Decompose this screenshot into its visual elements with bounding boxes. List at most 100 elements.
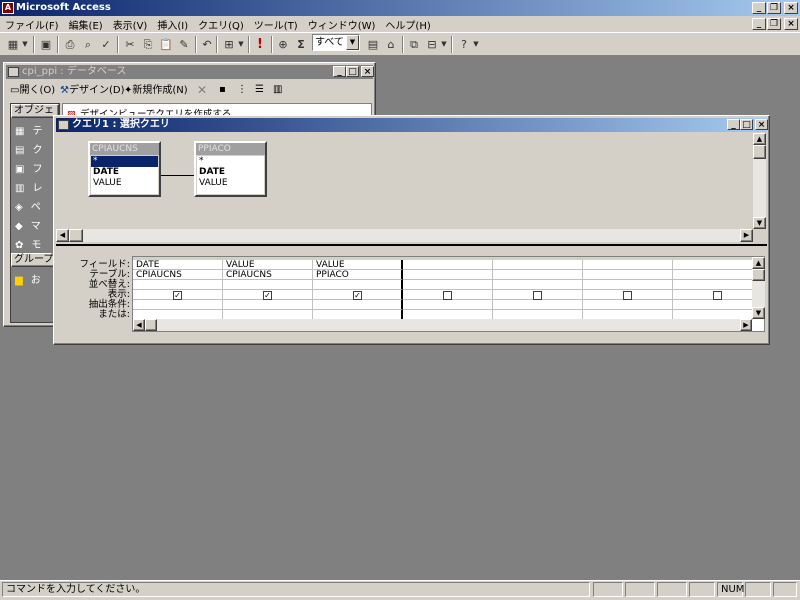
chevron-down-icon[interactable]: ▼ — [346, 35, 359, 50]
menu-query[interactable]: クエリ(Q) — [193, 17, 249, 32]
group-favorites[interactable]: ▆ お — [11, 267, 59, 286]
format-painter-icon[interactable]: ✎ — [175, 36, 193, 53]
doc-close-button[interactable]: × — [784, 18, 798, 30]
menu-help[interactable]: ヘルプ(H) — [380, 17, 435, 32]
new-object-dropdown-icon[interactable]: ▼ — [439, 36, 449, 53]
print-preview-icon[interactable]: ⌕ — [79, 36, 97, 53]
object-tables[interactable]: ▦ テ — [11, 118, 59, 137]
show-checkbox[interactable] — [713, 291, 722, 300]
show-checkbox[interactable] — [623, 291, 632, 300]
menu-insert[interactable]: 挿入(I) — [152, 17, 193, 32]
sort-cell[interactable] — [313, 280, 403, 290]
criteria-cell[interactable] — [673, 300, 753, 310]
table-pane-hscrollbar[interactable]: ◀ ▶ — [56, 229, 753, 242]
run-icon[interactable]: ! — [251, 36, 269, 53]
view-dropdown-icon[interactable]: ▼ — [20, 36, 30, 53]
table-pane-vscrollbar[interactable]: ▲ ▼ — [753, 133, 766, 229]
show-checkbox[interactable]: ✓ — [353, 291, 362, 300]
db-minimize-button[interactable]: _ — [333, 66, 346, 77]
table-box-cpiaucns[interactable]: CPIAUCNS * DATE VALUE — [88, 141, 161, 197]
grid-hscrollbar[interactable]: ◀ ▶ — [133, 319, 752, 331]
object-queries[interactable]: ▤ ク — [11, 137, 59, 156]
object-modules[interactable]: ✿ モ — [11, 232, 59, 251]
details-view-icon[interactable]: ▥ — [273, 84, 282, 95]
pane-splitter[interactable] — [56, 244, 767, 248]
doc-minimize-button[interactable]: _ — [752, 18, 766, 30]
menu-edit[interactable]: 編集(E) — [64, 17, 108, 32]
app-close-button[interactable]: × — [784, 2, 798, 14]
db-maximize-button[interactable]: □ — [346, 66, 359, 77]
criteria-cell[interactable] — [493, 300, 583, 310]
query-minimize-button[interactable]: _ — [727, 119, 740, 130]
criteria-cell[interactable] — [403, 300, 493, 310]
field-cell[interactable] — [403, 260, 493, 270]
field-cell[interactable] — [583, 260, 673, 270]
criteria-cell[interactable] — [133, 300, 223, 310]
save-icon[interactable]: ▣ — [37, 36, 55, 53]
table-cell[interactable]: PPIACO — [313, 270, 403, 280]
table-cell[interactable] — [583, 270, 673, 280]
db-delete-icon[interactable]: ✕ — [197, 83, 207, 97]
top-values-combo[interactable]: すべて ▼ — [312, 34, 360, 51]
table-cell[interactable] — [673, 270, 753, 280]
doc-restore-button[interactable]: ❐ — [767, 18, 781, 30]
sort-cell[interactable] — [133, 280, 223, 290]
sort-cell[interactable] — [673, 280, 753, 290]
paste-icon[interactable]: 📋 — [157, 36, 175, 53]
small-icons-icon[interactable]: ⋮ — [237, 84, 247, 95]
app-restore-button[interactable]: ❐ — [767, 2, 781, 14]
sort-cell[interactable] — [493, 280, 583, 290]
show-checkbox[interactable]: ✓ — [263, 291, 272, 300]
show-checkbox[interactable]: ✓ — [173, 291, 182, 300]
object-forms[interactable]: ▣ フ — [11, 156, 59, 175]
field-list-item[interactable]: VALUE — [197, 178, 264, 189]
db-close-button[interactable]: × — [361, 66, 374, 77]
show-checkbox[interactable] — [533, 291, 542, 300]
app-minimize-button[interactable]: _ — [752, 2, 766, 14]
db-new-button[interactable]: ✦新規作成(N) — [124, 83, 188, 99]
menu-window[interactable]: ウィンドウ(W) — [303, 17, 381, 32]
sort-cell[interactable] — [403, 280, 493, 290]
cut-icon[interactable]: ✂ — [121, 36, 139, 53]
spelling-icon[interactable]: ✓ — [97, 36, 115, 53]
menu-view[interactable]: 表示(V) — [108, 17, 153, 32]
field-list-item[interactable]: * — [91, 156, 158, 167]
totals-icon[interactable]: Σ — [292, 36, 310, 53]
db-design-button[interactable]: ⚒デザイン(D) — [60, 83, 124, 99]
field-list-item[interactable]: VALUE — [91, 178, 158, 189]
field-cell[interactable]: VALUE — [313, 260, 403, 270]
print-icon[interactable]: ⎙ — [61, 36, 79, 53]
field-list-item[interactable]: DATE — [197, 167, 264, 178]
db-open-button[interactable]: ▭開く(O) — [10, 83, 55, 99]
list-view-icon[interactable]: ☰ — [255, 84, 264, 95]
large-icons-icon[interactable]: ▪ — [219, 84, 226, 95]
field-list-item[interactable]: * — [197, 156, 264, 167]
criteria-cell[interactable] — [313, 300, 403, 310]
field-cell[interactable] — [493, 260, 583, 270]
table-cell[interactable] — [403, 270, 493, 280]
field-cell[interactable]: DATE — [133, 260, 223, 270]
query-type-dropdown-icon[interactable]: ▼ — [236, 36, 246, 53]
criteria-cell[interactable] — [223, 300, 313, 310]
menu-file[interactable]: ファイル(F) — [0, 17, 64, 32]
sort-cell[interactable] — [223, 280, 313, 290]
field-cell[interactable]: VALUE — [223, 260, 313, 270]
criteria-cell[interactable] — [583, 300, 673, 310]
table-box-ppiaco[interactable]: PPIACO * DATE VALUE — [194, 141, 267, 197]
table-cell[interactable] — [493, 270, 583, 280]
grid-vscrollbar[interactable]: ▲ ▼ — [752, 257, 765, 319]
properties-icon[interactable]: ▤ — [364, 36, 382, 53]
sort-cell[interactable] — [583, 280, 673, 290]
query-close-button[interactable]: × — [755, 119, 768, 130]
build-icon[interactable]: ⌂ — [382, 36, 400, 53]
undo-icon[interactable]: ↶ — [198, 36, 216, 53]
groups-header[interactable]: グループ — [11, 253, 59, 267]
field-list-item[interactable]: DATE — [91, 167, 158, 178]
field-cell[interactable] — [673, 260, 753, 270]
table-cell[interactable]: CPIAUCNS — [223, 270, 313, 280]
objects-header[interactable]: オブジェ — [11, 104, 59, 118]
object-macros[interactable]: ◆ マ — [11, 213, 59, 232]
copy-icon[interactable]: ⎘ — [139, 36, 157, 53]
table-cell[interactable]: CPIAUCNS — [133, 270, 223, 280]
menu-tools[interactable]: ツール(T) — [249, 17, 303, 32]
